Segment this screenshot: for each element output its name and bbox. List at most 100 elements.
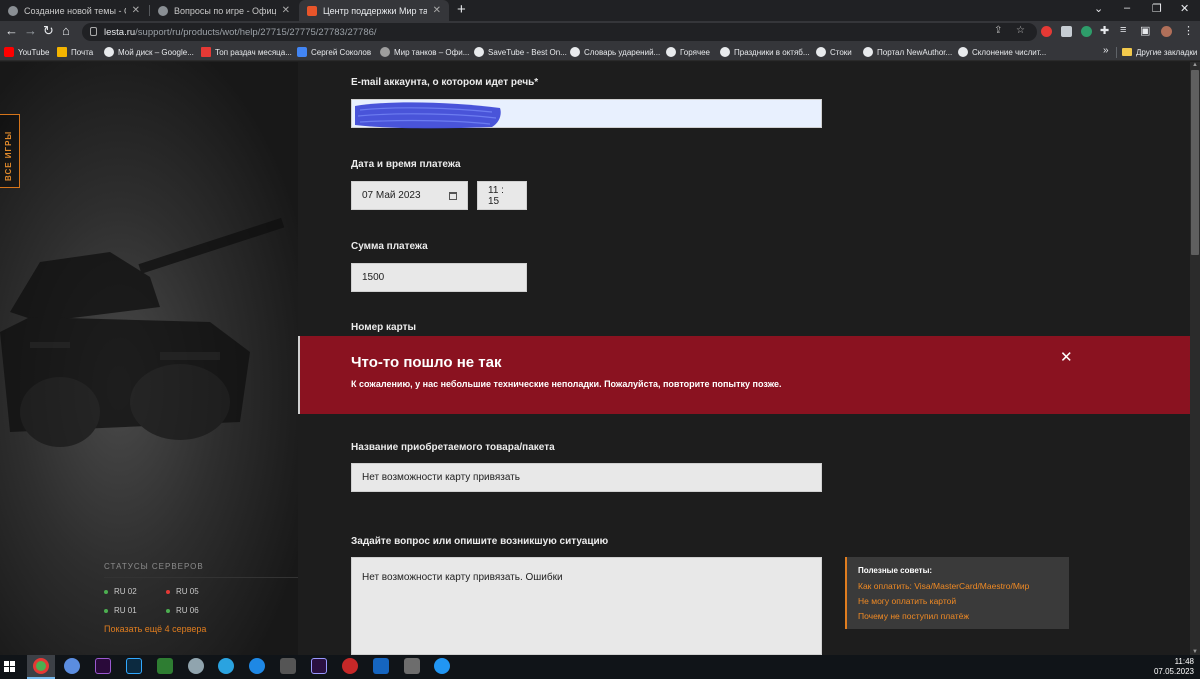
lock-icon — [90, 27, 97, 36]
tab-create-topic[interactable]: Создание новой темы - Официа ✕ — [0, 0, 148, 21]
scrollbar-thumb[interactable] — [1191, 70, 1199, 255]
lesta-icon[interactable] — [373, 658, 389, 674]
profile-avatar[interactable] — [1161, 26, 1172, 37]
show-more-servers-link[interactable]: Показать ещё 4 сервера — [104, 624, 206, 634]
server-name: RU 06 — [176, 606, 199, 615]
tab-game-questions[interactable]: Вопросы по игре - Официальн ✕ — [150, 0, 298, 21]
bookmark-mail[interactable]: Почта — [57, 46, 93, 58]
amount-field[interactable]: 1500 — [351, 263, 527, 292]
menu-icon[interactable]: ⋮ — [1183, 24, 1194, 37]
edge-icon[interactable] — [434, 658, 450, 674]
back-arrow-icon[interactable]: ← — [5, 23, 18, 38]
globe-icon — [958, 47, 968, 57]
app-icon[interactable] — [280, 658, 296, 674]
side-panel-icon[interactable]: ▣ — [1140, 24, 1150, 37]
tank-game-icon[interactable] — [404, 658, 420, 674]
tip-link-payment-not-received[interactable]: Почему не поступил платёж — [858, 611, 969, 621]
tip-link-how-to-pay[interactable]: Как оплатить: Visa/MasterCard/Maestro/Ми… — [858, 581, 1029, 591]
extension-red-icon[interactable] — [1041, 26, 1052, 37]
tab-close-icon[interactable]: ✕ — [433, 5, 441, 16]
app-icon[interactable] — [342, 658, 358, 674]
share-icon[interactable]: ⇪ — [994, 25, 1002, 36]
bookmark-label: Горячее — [680, 47, 711, 57]
time-field[interactable]: 11 : 15 — [477, 181, 527, 210]
bookmark-google-drive[interactable]: Мой диск – Google... — [104, 46, 194, 58]
bookmark-label: Мой диск – Google... — [118, 47, 194, 57]
error-message: К сожалению, у нас небольшие технические… — [351, 379, 782, 389]
extension-green-icon[interactable] — [1081, 26, 1092, 37]
close-window-button[interactable]: ✕ — [1180, 2, 1189, 15]
tab-search-icon[interactable]: ⌄ — [1094, 2, 1103, 15]
all-games-button[interactable]: ВСЕ ИГРЫ — [0, 114, 20, 188]
close-icon[interactable]: ✕ — [1060, 348, 1073, 366]
photoshop-icon[interactable] — [126, 658, 142, 674]
bookmark-stocks[interactable]: Стоки — [816, 46, 852, 58]
error-notification: Что-то пошло не так К сожалению, у нас н… — [298, 336, 1190, 414]
useful-tips-box: Полезные советы: Как оплатить: Visa/Mast… — [845, 557, 1069, 629]
bookmark-sergey-sokolov[interactable]: Сергей Соколов — [297, 46, 371, 58]
reload-icon[interactable]: ↻ — [43, 23, 54, 39]
bookmark-holidays[interactable]: Праздники в октяб... — [720, 46, 810, 58]
app-icon[interactable] — [188, 658, 204, 674]
chat-icon — [297, 47, 307, 57]
email-label: E-mail аккаунта, о котором идет речь* — [351, 77, 539, 88]
bookmarks-overflow-button[interactable]: » — [1103, 45, 1109, 56]
error-title: Что-то пошло не так — [351, 354, 502, 371]
browser-tab-bar: Создание новой темы - Официа ✕ Вопросы п… — [0, 0, 1200, 21]
left-panel: ВСЕ ИГРЫ СТАТУСЫ СЕРВЕРОВ RU 02 RU 05 RU… — [0, 62, 298, 655]
server-ru01: RU 01 — [104, 606, 137, 615]
address-bar[interactable]: lesta.ru/support/ru/products/wot/help/27… — [82, 23, 1037, 41]
question-textarea[interactable]: Нет возможности карту привязать. Ошибки — [351, 557, 822, 655]
app-icon[interactable] — [157, 658, 173, 674]
app-icon[interactable] — [64, 658, 80, 674]
bookmark-stress-dictionary[interactable]: Словарь ударений... — [570, 46, 660, 58]
tip-link-cannot-pay-card[interactable]: Не могу оплатить картой — [858, 596, 956, 606]
home-icon[interactable]: ⌂ — [62, 23, 70, 38]
forward-arrow-icon[interactable]: → — [24, 23, 37, 38]
windows-start-icon[interactable] — [4, 661, 15, 672]
bookmark-mir-tankov[interactable]: Мир танков – Офи... — [380, 46, 469, 58]
all-games-label: ВСЕ ИГРЫ — [4, 130, 13, 181]
bookmark-hot[interactable]: Горячее — [666, 46, 710, 58]
premiere-icon[interactable] — [95, 658, 111, 674]
app-icon[interactable] — [249, 658, 265, 674]
bookmark-youtube[interactable]: YouTube — [4, 46, 49, 58]
chrome-icon[interactable] — [33, 658, 49, 674]
bookmark-star-icon[interactable]: ☆ — [1016, 25, 1025, 36]
new-tab-button[interactable]: + — [457, 1, 466, 18]
folder-icon — [1122, 48, 1132, 56]
tab-close-icon[interactable]: ✕ — [132, 5, 140, 16]
date-field[interactable]: 07 Май 2023 — [351, 181, 468, 210]
product-field[interactable]: Нет возможности карту привязать — [351, 463, 822, 492]
torrent-icon — [201, 47, 211, 57]
restore-button[interactable]: ❐ — [1152, 2, 1162, 15]
status-dot-icon — [104, 608, 108, 613]
bookmark-label: Склонение числит... — [972, 47, 1047, 57]
tab-close-icon[interactable]: ✕ — [282, 5, 290, 16]
bookmark-top-torrents[interactable]: Топ раздач месяца... — [201, 46, 292, 58]
system-clock[interactable]: 11:48 07.05.2023 — [1154, 657, 1194, 677]
bookmark-numerals[interactable]: Склонение числит... — [958, 46, 1046, 58]
bookmark-newauthor[interactable]: Портал NewAuthor... — [863, 46, 952, 58]
page-scrollbar[interactable]: ▲ ▼ — [1190, 62, 1200, 655]
minimize-button[interactable]: – — [1124, 2, 1130, 14]
extension-shield-icon[interactable] — [1061, 26, 1072, 37]
media-control-icon[interactable]: ≡ — [1120, 24, 1126, 36]
server-name: RU 02 — [114, 587, 137, 596]
bookmark-label: SaveTube - Best On... — [488, 47, 567, 57]
time-value: 11 : 15 — [488, 184, 504, 207]
audition-icon[interactable] — [311, 658, 327, 674]
question-value: Нет возможности карту привязать. Ошибки — [362, 572, 563, 583]
telegram-icon[interactable] — [218, 658, 234, 674]
globe-icon — [720, 47, 730, 57]
scroll-up-icon[interactable]: ▲ — [1192, 62, 1198, 68]
date-value: 07 Май 2023 — [362, 190, 421, 201]
calendar-icon[interactable] — [449, 191, 457, 200]
other-bookmarks-folder[interactable]: Другие закладки — [1122, 46, 1197, 58]
tab-support-center[interactable]: Центр поддержки Мир танков | ✕ — [299, 0, 449, 21]
bookmark-savetube[interactable]: SaveTube - Best On... — [474, 46, 567, 58]
bookmark-label: Праздники в октяб... — [734, 47, 810, 57]
email-field[interactable] — [351, 99, 822, 129]
tab-title: Создание новой темы - Официа — [24, 5, 126, 16]
extensions-puzzle-icon[interactable]: ✚ — [1100, 24, 1109, 37]
